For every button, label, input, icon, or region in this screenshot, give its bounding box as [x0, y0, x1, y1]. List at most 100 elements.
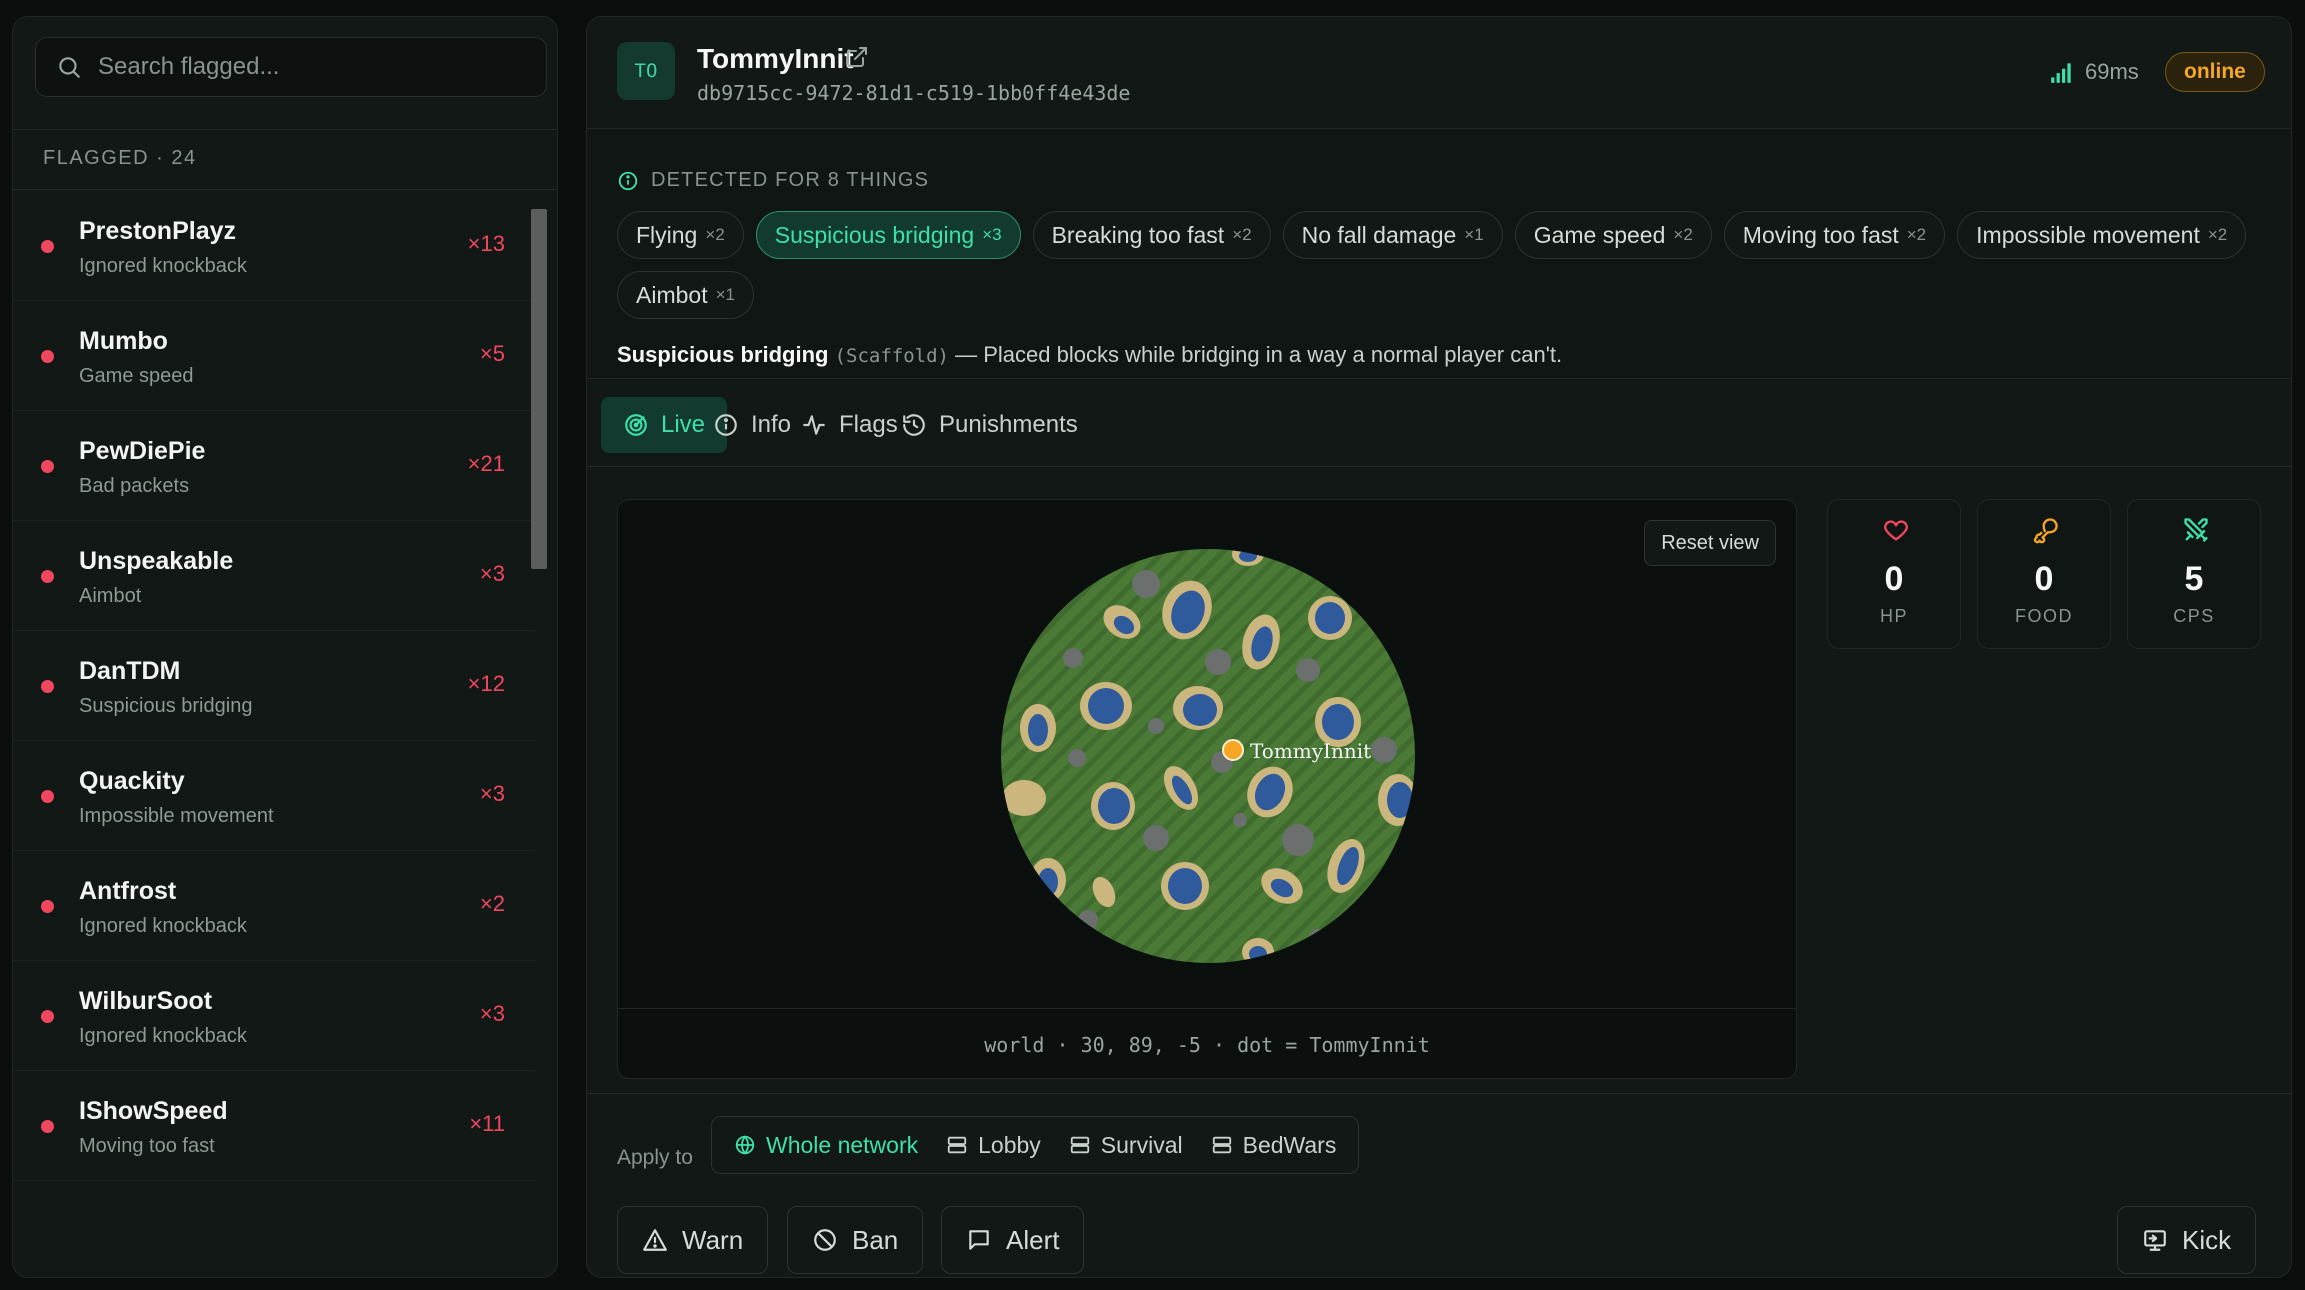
detection-description-text: — Placed blocks while bridging in a way …	[955, 342, 1563, 367]
scope-label: BedWars	[1242, 1131, 1337, 1158]
flagged-reason: Ignored knockback	[79, 255, 247, 277]
external-link-icon[interactable]	[845, 45, 869, 69]
detection-chips: Flying ×2 Suspicious bridging ×3 Breaking …	[617, 211, 2277, 319]
server-icon	[947, 1136, 967, 1154]
flagged-item[interactable]: Mumbo Game speed ×5	[13, 301, 535, 411]
scope-whole-network[interactable]: Whole network	[720, 1123, 932, 1167]
tab-punishments[interactable]: Punishments	[879, 397, 1100, 453]
flagged-count: FLAGGED · 24	[43, 147, 197, 169]
live-map-card: TommyInnit Reset view world · 30, 89, -5…	[617, 499, 1797, 1079]
detection-chip-flying[interactable]: Flying ×2	[617, 211, 744, 259]
flagged-reason: Bad packets	[79, 475, 190, 497]
chip-count: ×2	[1673, 225, 1693, 244]
detection-name: Suspicious bridging	[617, 342, 829, 367]
live-map[interactable]: TommyInnit Reset view	[618, 500, 1796, 1008]
chip-count: ×2	[1232, 225, 1252, 244]
scope-label: Lobby	[978, 1131, 1041, 1158]
detection-chip-impossible-movement[interactable]: Impossible movement ×2	[1957, 211, 2247, 259]
scope-label: Whole network	[766, 1131, 919, 1158]
flagged-reason: Aimbot	[79, 585, 142, 607]
flagged-item[interactable]: Antfrost Ignored knockback ×2	[13, 851, 535, 961]
flagged-item[interactable]: Quackity Impossible movement ×3	[13, 741, 535, 851]
flagged-player-name: PewDiePie	[79, 437, 206, 465]
detection-chip-suspicious-bridging[interactable]: Suspicious bridging ×3	[755, 211, 1021, 259]
flagged-item[interactable]: Unspeakable Aimbot ×3	[13, 521, 535, 631]
apply-to-label: Apply to	[617, 1146, 693, 1169]
detection-chip-no-fall-damage[interactable]: No fall damage ×1	[1282, 211, 1503, 259]
scope-label: Survival	[1100, 1131, 1183, 1158]
detections-title: DETECTED FOR 8 THINGS	[617, 169, 929, 192]
flagged-sidebar: FLAGGED · 24 PrestonPlayz Ignored knockb…	[12, 16, 558, 1278]
detection-chip-breaking-too-fast[interactable]: Breaking too fast ×2	[1032, 211, 1271, 259]
flagged-player-name: Unspeakable	[79, 547, 234, 575]
sidebar-scrollbar[interactable]	[531, 209, 547, 569]
minimap[interactable]: TommyInnit	[618, 500, 1797, 1008]
flagged-reason: Ignored knockback	[79, 915, 247, 937]
chip-label: Breaking too fast	[1051, 221, 1225, 248]
button-label: Ban	[852, 1224, 899, 1255]
flag-count-badge: ×2	[479, 891, 505, 916]
ban-icon	[814, 1229, 836, 1251]
chip-count: ×2	[1906, 225, 1927, 244]
player-uuid: db9715cc-9472-81d1-c519-1bb0ff4e43de	[697, 81, 1131, 105]
flag-count-badge: ×3	[479, 1001, 505, 1026]
warning-icon	[643, 1229, 667, 1251]
map-coordinates: world · 30, 89, -5 · dot = TommyInnit	[618, 1008, 1796, 1078]
kick-button[interactable]: Kick	[2117, 1206, 2257, 1274]
chip-label: Suspicious bridging	[774, 221, 975, 248]
flag-count-badge: ×3	[479, 781, 505, 806]
detection-chip-aimbot[interactable]: Aimbot ×1	[617, 271, 754, 319]
flag-status-dot	[41, 350, 54, 363]
activity-icon	[803, 415, 825, 435]
scope-lobby[interactable]: Lobby	[932, 1123, 1055, 1167]
flagged-item[interactable]: DanTDM Suspicious bridging ×12	[13, 631, 535, 741]
scope-bedwars[interactable]: BedWars	[1197, 1123, 1351, 1167]
flagged-item[interactable]: PewDiePie Bad packets ×21	[13, 411, 535, 521]
flag-status-dot	[41, 1120, 54, 1133]
signal-icon	[2051, 63, 2071, 83]
search-input[interactable]	[98, 53, 528, 81]
flagged-item[interactable]: WilburSoot Ignored knockback ×3	[13, 961, 535, 1071]
warn-button[interactable]: Warn	[617, 1206, 769, 1274]
button-label: Kick	[2182, 1224, 2232, 1255]
swords-icon	[2184, 518, 2208, 542]
alert-button[interactable]: Alert	[941, 1206, 1085, 1274]
kick-icon	[2144, 1230, 2166, 1251]
player-marker	[1222, 739, 1244, 761]
chip-count: ×2	[705, 225, 725, 244]
flag-status-dot	[41, 900, 54, 913]
chip-count: ×1	[1464, 225, 1484, 244]
flagged-item[interactable]: PrestonPlayz Ignored knockback ×13	[13, 191, 535, 301]
chip-label: Flying	[636, 221, 698, 248]
scope-survival[interactable]: Survival	[1055, 1123, 1197, 1167]
search-box[interactable]	[35, 37, 547, 97]
player-header: TO TommyInnit db9715cc-9472-81d1-c519-1b…	[587, 17, 2291, 129]
heart-icon	[1884, 520, 1908, 541]
flag-status-dot	[41, 1010, 54, 1023]
chip-count: ×3	[982, 225, 1002, 244]
info-icon	[715, 414, 737, 436]
flagged-player-name: Antfrost	[79, 877, 177, 905]
flag-count-badge: ×11	[469, 1111, 505, 1136]
tab-bar: Live Info Flags Punishments	[587, 379, 2291, 467]
flagged-item[interactable]: IShowSpeed Moving too fast ×11	[13, 1071, 535, 1181]
detections-section: DETECTED FOR 8 THINGS Flying ×2 Suspiciou…	[587, 129, 2291, 379]
button-label: Alert	[1006, 1224, 1060, 1255]
reset-view-button[interactable]: Reset view	[1644, 520, 1776, 566]
detection-chip-moving-too-fast[interactable]: Moving too fast ×2	[1723, 211, 1946, 259]
flagged-reason: Suspicious bridging	[79, 695, 253, 717]
detection-chip-game-speed[interactable]: Game speed ×2	[1514, 211, 1712, 259]
flagged-player-name: DanTDM	[79, 657, 181, 685]
ping-value: 69ms	[2085, 59, 2139, 84]
ban-button[interactable]: Ban	[787, 1206, 924, 1274]
player-name: TommyInnit	[697, 43, 854, 74]
drumstick-icon	[2033, 518, 2058, 544]
button-label: Warn	[682, 1224, 744, 1255]
stat-cps: 5 CPS	[2127, 499, 2261, 649]
info-icon	[618, 171, 638, 190]
sidebar-divider	[13, 129, 557, 130]
flagged-reason: Ignored knockback	[79, 1025, 247, 1047]
search-icon	[59, 57, 80, 78]
flag-count-badge: ×12	[467, 671, 505, 696]
status-badge: online	[2165, 52, 2265, 92]
